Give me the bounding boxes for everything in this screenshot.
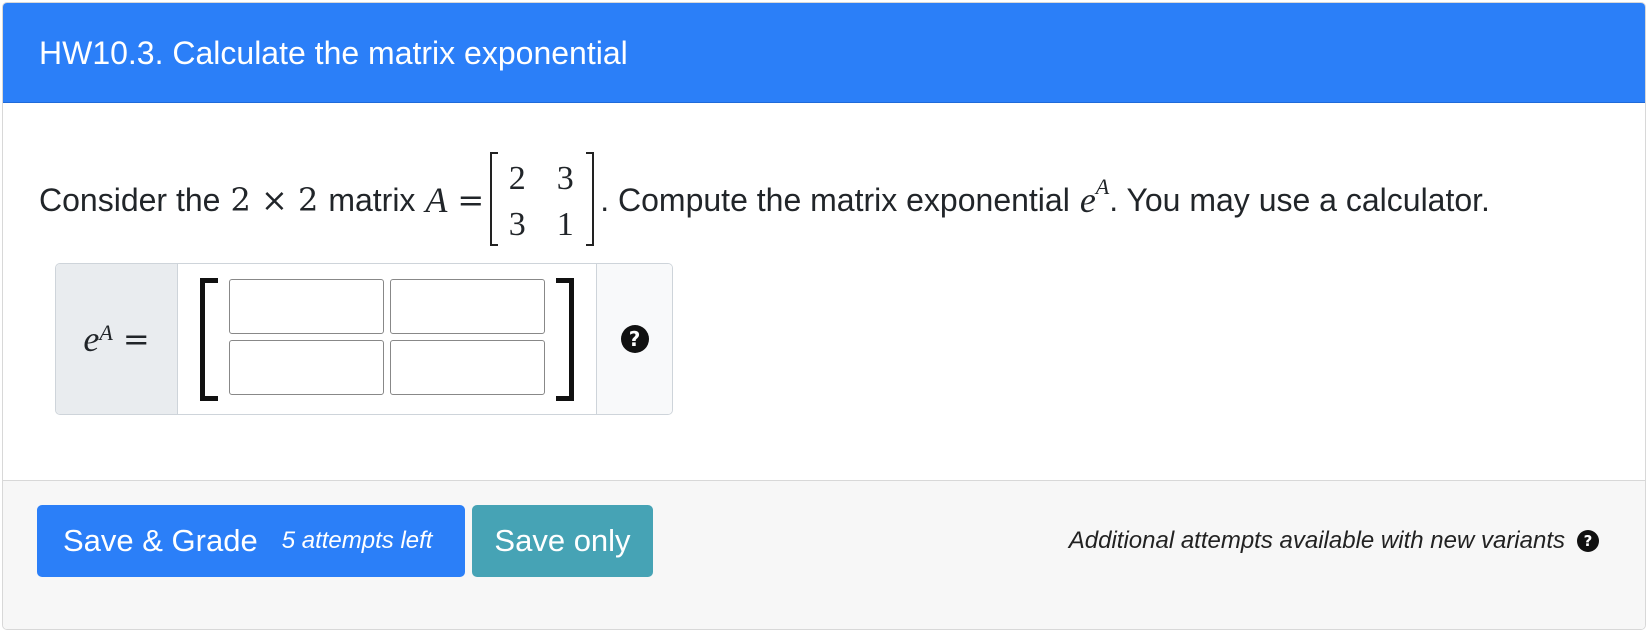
question-text-compute: . Compute the matrix exponential — [600, 181, 1070, 218]
question-circle-icon[interactable]: ? — [1577, 530, 1599, 552]
answer-input-group: eA = ? — [55, 263, 673, 415]
answer-label: eA = — [56, 264, 178, 414]
save-and-grade-label: Save & Grade — [63, 523, 258, 558]
matrix-A: 2 3 3 1 — [490, 148, 595, 252]
matrix-entry-12: 3 — [556, 160, 574, 197]
answer-help[interactable]: ? — [596, 264, 672, 414]
matrix-entry-21: 3 — [508, 206, 526, 243]
answer-cell-21[interactable] — [229, 340, 384, 395]
question-text-intro: Consider the — [39, 181, 221, 218]
save-and-grade-button[interactable]: Save & Grade 5 attempts left — [37, 505, 465, 577]
answer-matrix — [178, 264, 596, 414]
question-title: HW10.3. Calculate the matrix exponential — [3, 3, 1645, 103]
additional-attempts-text: Additional attempts available with new v… — [1068, 527, 1565, 554]
question-card: HW10.3. Calculate the matrix exponential… — [2, 2, 1646, 630]
equals-sign: = — [457, 181, 485, 219]
additional-attempts-note: Additional attempts available with new v… — [1069, 505, 1599, 577]
question-text-matrix-word: matrix — [328, 181, 416, 218]
question-circle-icon[interactable]: ? — [620, 325, 649, 353]
question-text-end: . You may use a calculator. — [1109, 181, 1490, 218]
matrix-entry-22: 1 — [556, 206, 574, 243]
question-text: Consider the 2 × 2 matrix A = 2 3 3 1 . … — [39, 145, 1490, 255]
answer-right-bracket — [556, 278, 574, 401]
matrix-entry-11: 2 — [508, 160, 526, 197]
question-footer: Save & Grade 5 attempts left Save only A… — [3, 480, 1645, 629]
matrix-left-bracket — [490, 152, 499, 246]
answer-cell-11[interactable] — [229, 279, 384, 334]
matrix-dimensions: 2 × 2 — [230, 181, 319, 219]
answer-left-bracket — [200, 278, 218, 401]
question-body: Consider the 2 × 2 matrix A = 2 3 3 1 . … — [3, 103, 1645, 508]
matrix-variable: A — [425, 180, 448, 220]
matrix-right-bracket — [586, 152, 595, 246]
exponential-expression: eA — [1079, 174, 1110, 220]
answer-cell-22[interactable] — [390, 340, 545, 395]
answer-cell-12[interactable] — [390, 279, 545, 334]
attempts-left: 5 attempts left — [281, 527, 433, 554]
save-only-button[interactable]: Save only — [472, 505, 653, 577]
